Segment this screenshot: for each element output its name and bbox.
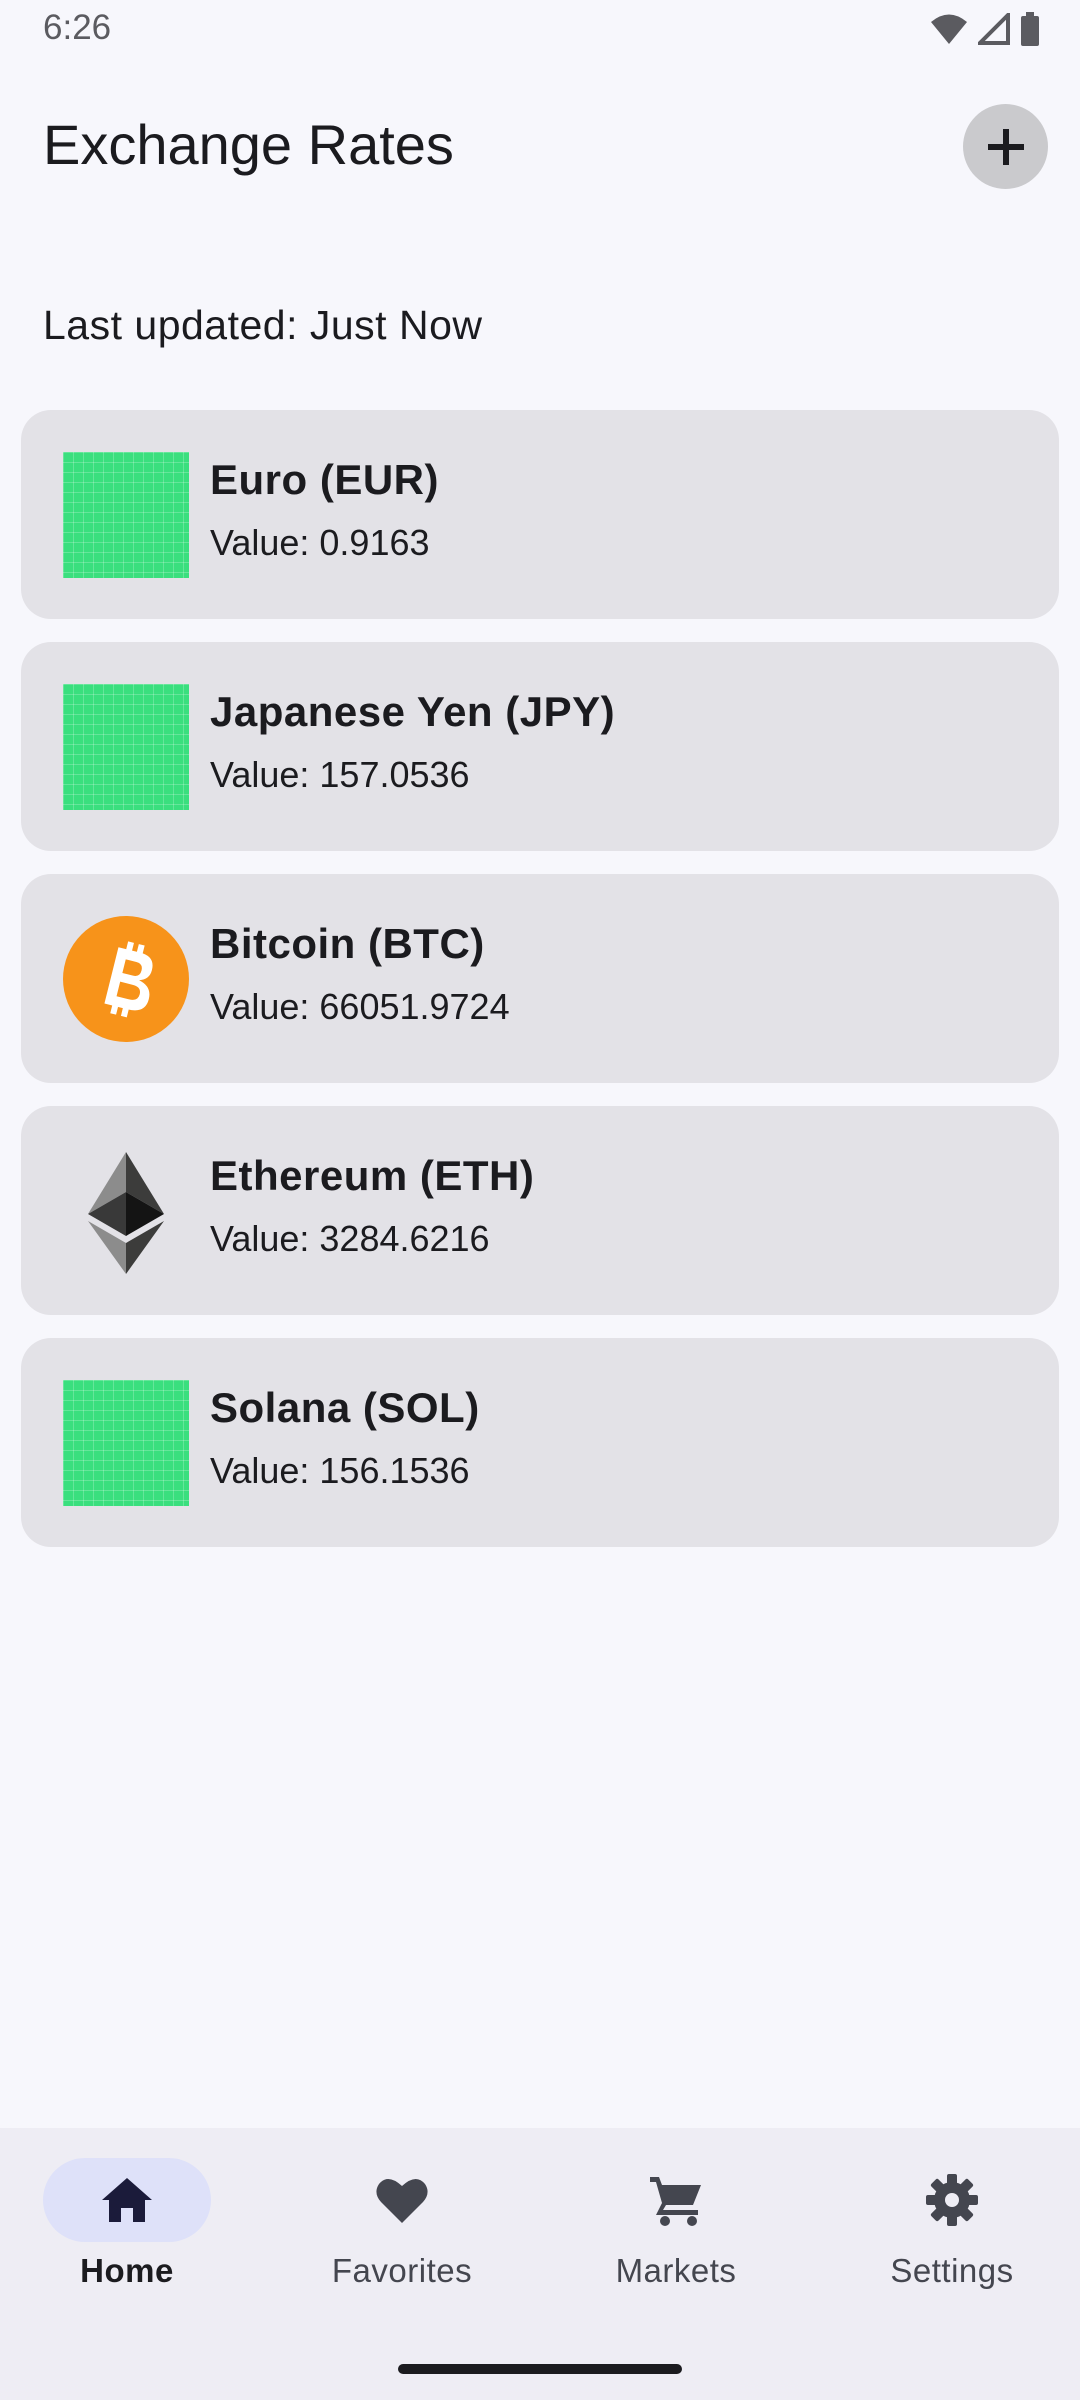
plus-icon	[987, 128, 1024, 165]
wifi-icon	[931, 14, 967, 44]
gesture-home-indicator[interactable]	[398, 2364, 682, 2374]
nav-label-home: Home	[80, 2252, 174, 2289]
rate-name: Japanese Yen (JPY)	[210, 688, 616, 735]
rate-name: Euro (EUR)	[210, 456, 439, 503]
ethereum-icon	[88, 1152, 164, 1274]
rate-card-eth[interactable]: Ethereum (ETH) Value: 3284.6216	[21, 1106, 1059, 1315]
last-updated-text: Last updated: Just Now	[43, 302, 483, 348]
heart-icon	[376, 2178, 428, 2223]
nav-item-home[interactable]: Home	[27, 2158, 227, 2298]
add-currency-button[interactable]	[963, 104, 1048, 189]
flag-placeholder-icon	[63, 1380, 189, 1506]
rate-name: Bitcoin (BTC)	[210, 920, 485, 967]
nav-icon-container	[592, 2158, 760, 2242]
bottom-navigation: Home Favorites Markets Settings	[0, 2128, 1080, 2400]
rate-card-jpy[interactable]: Japanese Yen (JPY) Value: 157.0536	[21, 642, 1059, 851]
rate-value: Value: 156.1536	[210, 1450, 470, 1491]
rate-name: Solana (SOL)	[210, 1384, 480, 1431]
app-bar: Exchange Rates	[0, 100, 1080, 196]
cellular-signal-icon	[978, 13, 1010, 45]
rate-card-sol[interactable]: Solana (SOL) Value: 156.1536	[21, 1338, 1059, 1547]
nav-item-favorites[interactable]: Favorites	[302, 2158, 502, 2298]
rate-value: Value: 66051.9724	[210, 986, 510, 1027]
gear-icon	[926, 2174, 978, 2226]
nav-item-settings[interactable]: Settings	[852, 2158, 1052, 2298]
rate-value: Value: 0.9163	[210, 522, 430, 563]
battery-icon	[1021, 12, 1039, 46]
home-icon	[102, 2178, 152, 2222]
flag-placeholder-icon	[63, 452, 189, 578]
nav-icon-container	[318, 2158, 486, 2242]
nav-label-markets: Markets	[615, 2252, 737, 2289]
nav-label-settings: Settings	[890, 2252, 1014, 2289]
rate-value: Value: 157.0536	[210, 754, 470, 795]
rate-list: Euro (EUR) Value: 0.9163 Japanese Yen (J…	[21, 410, 1059, 1570]
status-time: 6:26	[43, 8, 112, 47]
nav-label-favorites: Favorites	[331, 2252, 473, 2289]
rate-card-btc[interactable]: Bitcoin (BTC) Value: 66051.9724	[21, 874, 1059, 1083]
rate-card-eur[interactable]: Euro (EUR) Value: 0.9163	[21, 410, 1059, 619]
rate-name: Ethereum (ETH)	[210, 1152, 535, 1199]
rate-value: Value: 3284.6216	[210, 1218, 490, 1259]
nav-active-indicator	[43, 2158, 211, 2242]
page-title: Exchange Rates	[43, 113, 454, 176]
cart-icon	[650, 2177, 701, 2226]
nav-icon-container	[868, 2158, 1036, 2242]
status-icons	[930, 12, 1040, 46]
nav-item-markets[interactable]: Markets	[576, 2158, 776, 2298]
bitcoin-icon	[63, 916, 189, 1042]
status-bar: 6:26	[0, 0, 1080, 62]
flag-placeholder-icon	[63, 684, 189, 810]
